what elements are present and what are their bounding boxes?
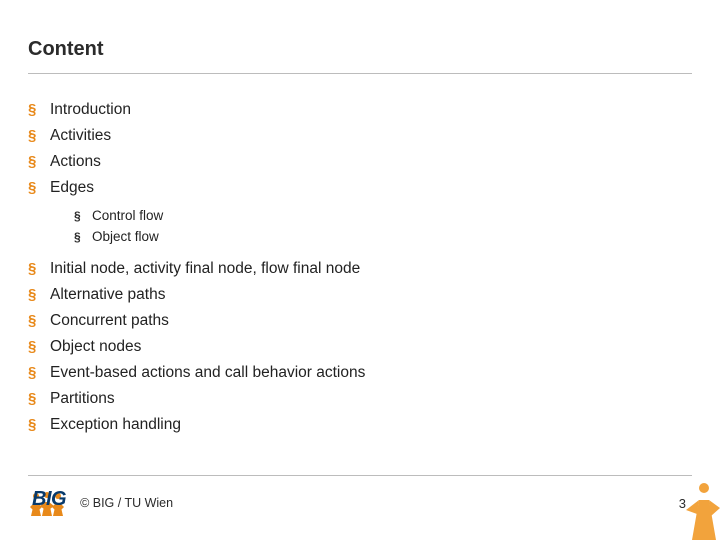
bullet-icon: § (28, 176, 50, 200)
bullet-icon: § (74, 206, 92, 226)
item-label: Concurrent paths (50, 309, 169, 333)
item-label: Edges (50, 176, 94, 200)
bullet-list-top: §Introduction §Activities §Actions §Edge… (28, 98, 692, 200)
item-label: Actions (50, 150, 101, 174)
list-item: §Introduction (28, 98, 692, 122)
list-item: §Initial node, activity final node, flow… (28, 257, 692, 281)
copyright-text: © BIG / TU Wien (80, 496, 173, 510)
bullet-list-sub: §Control flow §Object flow (74, 206, 692, 247)
bullet-icon: § (28, 387, 50, 411)
title-wrap: Content (0, 0, 720, 73)
list-item: §Control flow (74, 206, 692, 226)
item-label: Object nodes (50, 335, 141, 359)
bullet-icon: § (28, 98, 50, 122)
list-item: §Exception handling (28, 413, 692, 437)
list-item: §Alternative paths (28, 283, 692, 307)
item-label: Introduction (50, 98, 131, 122)
item-label: Exception handling (50, 413, 181, 437)
item-label: Event-based actions and call behavior ac… (50, 361, 365, 385)
list-item: §Concurrent paths (28, 309, 692, 333)
list-item: §Object nodes (28, 335, 692, 359)
item-label: Control flow (92, 206, 163, 226)
bullet-icon: § (28, 257, 50, 281)
bullet-icon: § (28, 309, 50, 333)
content-area: §Introduction §Activities §Actions §Edge… (0, 74, 720, 437)
item-label: Activities (50, 124, 111, 148)
bullet-list-bottom: §Initial node, activity final node, flow… (28, 257, 692, 437)
bullet-icon: § (28, 361, 50, 385)
logo-text: BIG (32, 490, 66, 508)
list-item: §Edges (28, 176, 692, 200)
list-item: §Event-based actions and call behavior a… (28, 361, 692, 385)
logo: BIG (28, 488, 66, 518)
bullet-icon: § (28, 150, 50, 174)
footer-rule (28, 475, 692, 476)
slide: Content §Introduction §Activities §Actio… (0, 0, 720, 540)
list-item: §Actions (28, 150, 692, 174)
item-label: Initial node, activity final node, flow … (50, 257, 360, 281)
corner-figure-icon (682, 480, 720, 540)
item-label: Object flow (92, 227, 159, 247)
bullet-icon: § (28, 283, 50, 307)
page-title: Content (28, 38, 692, 67)
list-item: §Object flow (74, 227, 692, 247)
bullet-icon: § (74, 227, 92, 247)
footer: BIG © BIG / TU Wien 3 (28, 486, 692, 520)
bullet-icon: § (28, 124, 50, 148)
list-item: §Partitions (28, 387, 692, 411)
list-item: §Activities (28, 124, 692, 148)
item-label: Partitions (50, 387, 115, 411)
bullet-icon: § (28, 413, 50, 437)
bullet-icon: § (28, 335, 50, 359)
item-label: Alternative paths (50, 283, 165, 307)
